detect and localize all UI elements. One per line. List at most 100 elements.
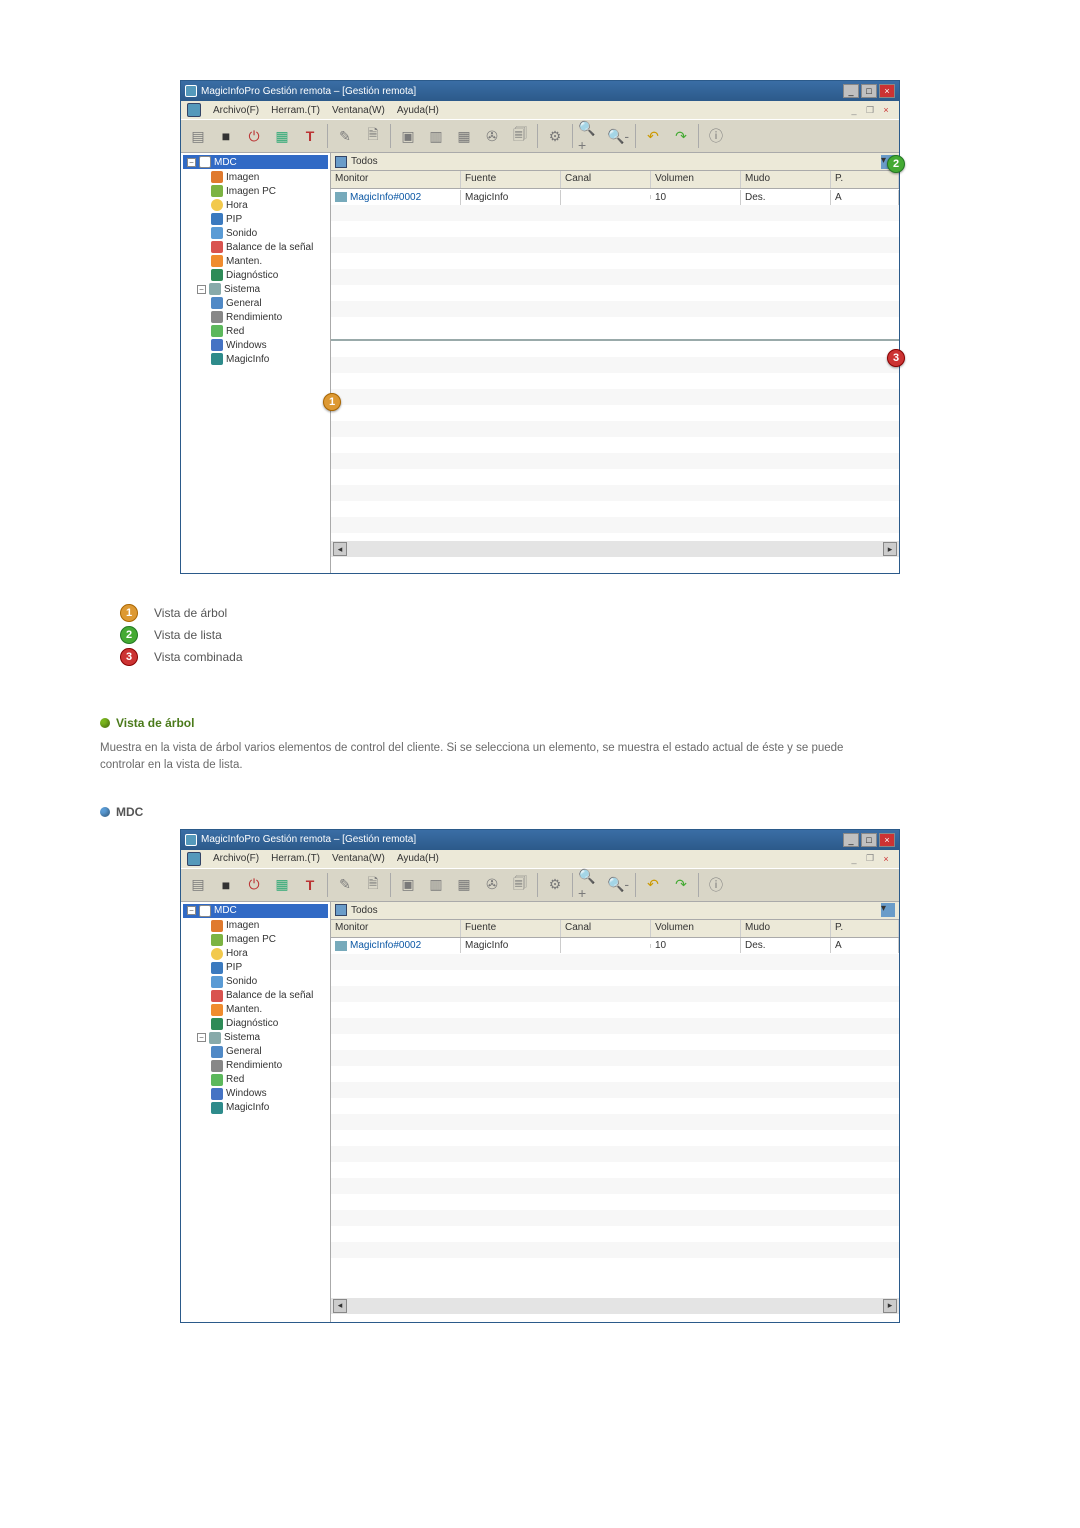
table-row[interactable]: MagicInfo#0002 MagicInfo 10 Des. A xyxy=(331,189,899,205)
tree-item[interactable]: General xyxy=(226,298,262,309)
tree-item[interactable]: Red xyxy=(226,1074,244,1085)
tool-btn-2[interactable]: ■ xyxy=(213,123,239,149)
tree-item[interactable]: Hora xyxy=(226,200,248,211)
tree-item[interactable]: Diagnóstico xyxy=(226,1018,278,1029)
col-fuente[interactable]: Fuente xyxy=(461,920,561,937)
tool-btn-undo[interactable]: ↶ xyxy=(640,123,666,149)
tree-item[interactable]: MagicInfo xyxy=(226,1102,269,1113)
tool-btn-11[interactable]: ✇ xyxy=(479,123,505,149)
tree-item[interactable]: Balance de la señal xyxy=(226,242,313,253)
tool-btn-7[interactable]: 🗎 xyxy=(360,123,386,149)
tree-item[interactable]: Windows xyxy=(226,1088,267,1099)
tree-item[interactable]: Imagen PC xyxy=(226,934,276,945)
tree-item[interactable]: PIP xyxy=(226,962,242,973)
tree-item[interactable]: General xyxy=(226,1046,262,1057)
scroll-left-icon[interactable]: ◂ xyxy=(333,1299,347,1313)
tool-btn-8[interactable]: ▣ xyxy=(395,123,421,149)
tool-btn-info[interactable]: ⓘ xyxy=(703,123,729,149)
tool-btn-zoom-out[interactable]: 🔍- xyxy=(605,872,631,898)
tree-item[interactable]: Rendimiento xyxy=(226,1060,282,1071)
tree-toggle-sistema[interactable]: − xyxy=(197,1033,206,1042)
tool-btn-12[interactable]: 🗐 xyxy=(507,872,533,898)
col-monitor[interactable]: Monitor xyxy=(331,171,461,188)
tool-btn-9[interactable]: ▥ xyxy=(423,123,449,149)
scroll-right-icon[interactable]: ▸ xyxy=(883,1299,897,1313)
col-canal[interactable]: Canal xyxy=(561,920,651,937)
tool-btn-6[interactable]: ✎ xyxy=(332,872,358,898)
col-extra[interactable]: P. xyxy=(831,920,899,937)
close-button[interactable]: × xyxy=(879,833,895,847)
tool-btn-undo[interactable]: ↶ xyxy=(640,872,666,898)
tool-btn-power[interactable]: ⏻ xyxy=(241,123,267,149)
tree-root[interactable]: MDC xyxy=(214,157,237,168)
tool-btn-text[interactable]: T xyxy=(297,872,323,898)
tree-item[interactable]: Windows xyxy=(226,340,267,351)
col-extra[interactable]: P. xyxy=(831,171,899,188)
doc-close-icon[interactable]: × xyxy=(879,104,893,116)
menu-archivo[interactable]: Archivo(F) xyxy=(213,105,259,116)
tool-btn-gear[interactable]: ⚙ xyxy=(542,123,568,149)
menu-herram[interactable]: Herram.(T) xyxy=(271,105,320,116)
tool-btn-zoom-in[interactable]: 🔍+ xyxy=(577,872,603,898)
scroll-right-icon[interactable]: ▸ xyxy=(883,542,897,556)
col-mudo[interactable]: Mudo xyxy=(741,920,831,937)
doc-min-icon[interactable]: _ xyxy=(847,853,861,865)
tool-btn-text[interactable]: T xyxy=(297,123,323,149)
tool-btn-1[interactable]: ▤ xyxy=(185,123,211,149)
tool-btn-redo[interactable]: ↷ xyxy=(668,123,694,149)
tool-btn-info[interactable]: ⓘ xyxy=(703,872,729,898)
tree-toggle-mdc[interactable]: − xyxy=(187,906,196,915)
tree-toggle-sistema[interactable]: − xyxy=(197,285,206,294)
tool-btn-zoom-out[interactable]: 🔍- xyxy=(605,123,631,149)
tool-btn-8[interactable]: ▣ xyxy=(395,872,421,898)
tool-btn-1[interactable]: ▤ xyxy=(185,872,211,898)
minimize-button[interactable]: _ xyxy=(843,84,859,98)
doc-restore-icon[interactable]: ❐ xyxy=(863,853,877,865)
menu-herram[interactable]: Herram.(T) xyxy=(271,853,320,864)
col-fuente[interactable]: Fuente xyxy=(461,171,561,188)
tool-btn-9[interactable]: ▥ xyxy=(423,872,449,898)
tool-btn-12[interactable]: 🗐 xyxy=(507,123,533,149)
tree-item[interactable]: Balance de la señal xyxy=(226,990,313,1001)
tool-btn-10[interactable]: ▦ xyxy=(451,123,477,149)
tool-btn-zoom-in[interactable]: 🔍+ xyxy=(577,123,603,149)
tool-btn-4[interactable]: ▦ xyxy=(269,872,295,898)
menu-ventana[interactable]: Ventana(W) xyxy=(332,853,385,864)
tool-btn-2[interactable]: ■ xyxy=(213,872,239,898)
menu-archivo[interactable]: Archivo(F) xyxy=(213,853,259,864)
doc-close-icon[interactable]: × xyxy=(879,853,893,865)
tree-sistema[interactable]: Sistema xyxy=(224,1032,260,1043)
tree-item[interactable]: Sonido xyxy=(226,228,257,239)
doc-restore-icon[interactable]: ❐ xyxy=(863,104,877,116)
tree-toggle-mdc[interactable]: − xyxy=(187,158,196,167)
tree-sistema[interactable]: Sistema xyxy=(224,284,260,295)
col-volumen[interactable]: Volumen xyxy=(651,171,741,188)
tree-item[interactable]: Imagen PC xyxy=(226,186,276,197)
close-button[interactable]: × xyxy=(879,84,895,98)
horizontal-scrollbar[interactable]: ◂ ▸ xyxy=(331,1298,899,1314)
table-row[interactable]: MagicInfo#0002 MagicInfo 10 Des. A xyxy=(331,938,899,954)
tool-btn-redo[interactable]: ↷ xyxy=(668,872,694,898)
menu-ventana[interactable]: Ventana(W) xyxy=(332,105,385,116)
minimize-button[interactable]: _ xyxy=(843,833,859,847)
tree-item[interactable]: Manten. xyxy=(226,256,262,267)
tool-btn-11[interactable]: ✇ xyxy=(479,872,505,898)
maximize-button[interactable]: □ xyxy=(861,84,877,98)
tree-item[interactable]: Manten. xyxy=(226,1004,262,1015)
tree-item[interactable]: PIP xyxy=(226,214,242,225)
tool-btn-gear[interactable]: ⚙ xyxy=(542,872,568,898)
maximize-button[interactable]: □ xyxy=(861,833,877,847)
tool-btn-10[interactable]: ▦ xyxy=(451,872,477,898)
tree-item[interactable]: Sonido xyxy=(226,976,257,987)
col-canal[interactable]: Canal xyxy=(561,171,651,188)
tool-btn-4[interactable]: ▦ xyxy=(269,123,295,149)
tree-item[interactable]: MagicInfo xyxy=(226,354,269,365)
col-volumen[interactable]: Volumen xyxy=(651,920,741,937)
scroll-left-icon[interactable]: ◂ xyxy=(333,542,347,556)
tree-root[interactable]: MDC xyxy=(214,905,237,916)
menu-ayuda[interactable]: Ayuda(H) xyxy=(397,105,439,116)
tree-item[interactable]: Red xyxy=(226,326,244,337)
dropdown-icon[interactable]: ▾ xyxy=(881,903,895,917)
tree-item[interactable]: Imagen xyxy=(226,172,259,183)
tree-item[interactable]: Diagnóstico xyxy=(226,270,278,281)
